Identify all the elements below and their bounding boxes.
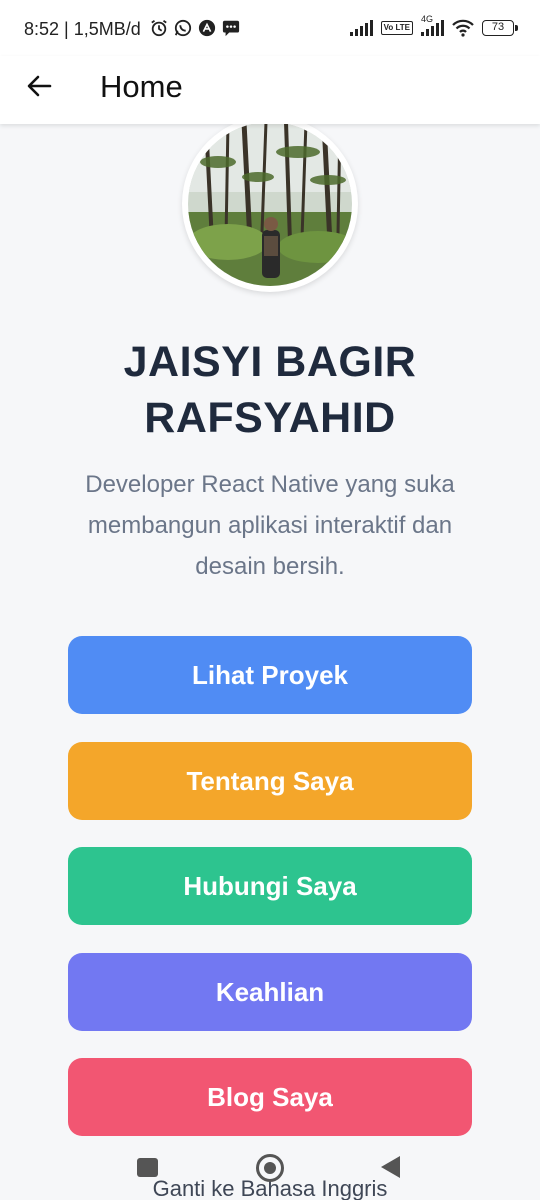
back-icon[interactable] — [381, 1156, 400, 1178]
profile-bio: Developer React Native yang suka membang… — [85, 471, 455, 580]
network-label: 4G — [421, 14, 434, 24]
profile-avatar — [182, 116, 358, 292]
arrow-left-icon — [27, 75, 52, 97]
message-icon — [222, 20, 240, 37]
signal-icon — [349, 20, 373, 36]
status-system-icons: Vo LTE 4G 73 — [349, 14, 518, 37]
contact-button[interactable]: Hubungi Saya — [68, 847, 472, 925]
system-nav-bar — [0, 1150, 540, 1184]
wifi-icon — [452, 19, 474, 37]
home-icon[interactable] — [256, 1154, 284, 1182]
page-title: Home — [100, 69, 183, 104]
profile-photo — [188, 122, 352, 286]
network-signal: 4G — [421, 14, 444, 36]
battery-level: 73 — [491, 21, 505, 33]
skills-button[interactable]: Keahlian — [68, 953, 472, 1031]
volte-badge: Vo LTE — [380, 21, 413, 35]
projects-button[interactable]: Lihat Proyek — [68, 636, 472, 714]
battery-icon: 73 — [482, 20, 518, 36]
back-button[interactable] — [20, 68, 60, 108]
alarm-icon — [151, 20, 167, 37]
recent-apps-icon[interactable] — [137, 1158, 158, 1177]
status-time: 8:52 | 1,5MB/d — [24, 19, 141, 39]
profile-name: JAISYI BAGIR RAFSYAHID — [123, 338, 417, 442]
about-button[interactable]: Tentang Saya — [68, 742, 472, 820]
app-header: Home — [0, 56, 540, 124]
screen: 8:52 | 1,5MB/d Vo LTE 4G 73 Home JAISYI … — [0, 0, 540, 1200]
whatsapp-icon — [174, 19, 192, 37]
app-icon — [198, 19, 216, 37]
status-bar: 8:52 | 1,5MB/d Vo LTE 4G 73 — [0, 0, 540, 56]
blog-button[interactable]: Blog Saya — [68, 1058, 472, 1136]
status-notification-icons — [150, 19, 240, 37]
